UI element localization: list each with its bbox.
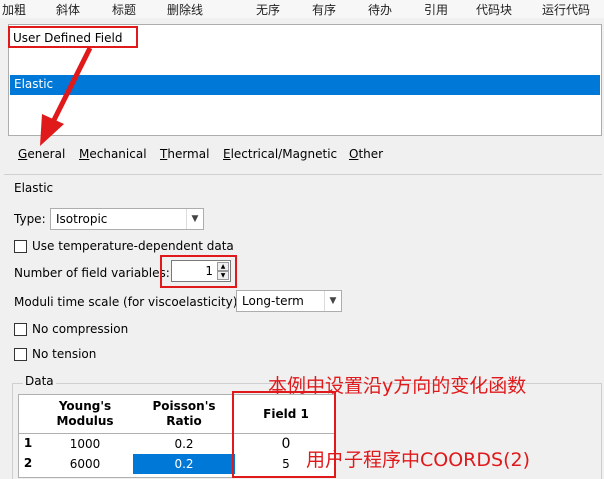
annotation-note-coords: 用户子程序中COORDS(2)	[306, 449, 530, 471]
annotation-note-y-direction: 本例中设置沿y方向的变化函数	[268, 375, 527, 397]
annotation-arrow	[40, 46, 93, 146]
